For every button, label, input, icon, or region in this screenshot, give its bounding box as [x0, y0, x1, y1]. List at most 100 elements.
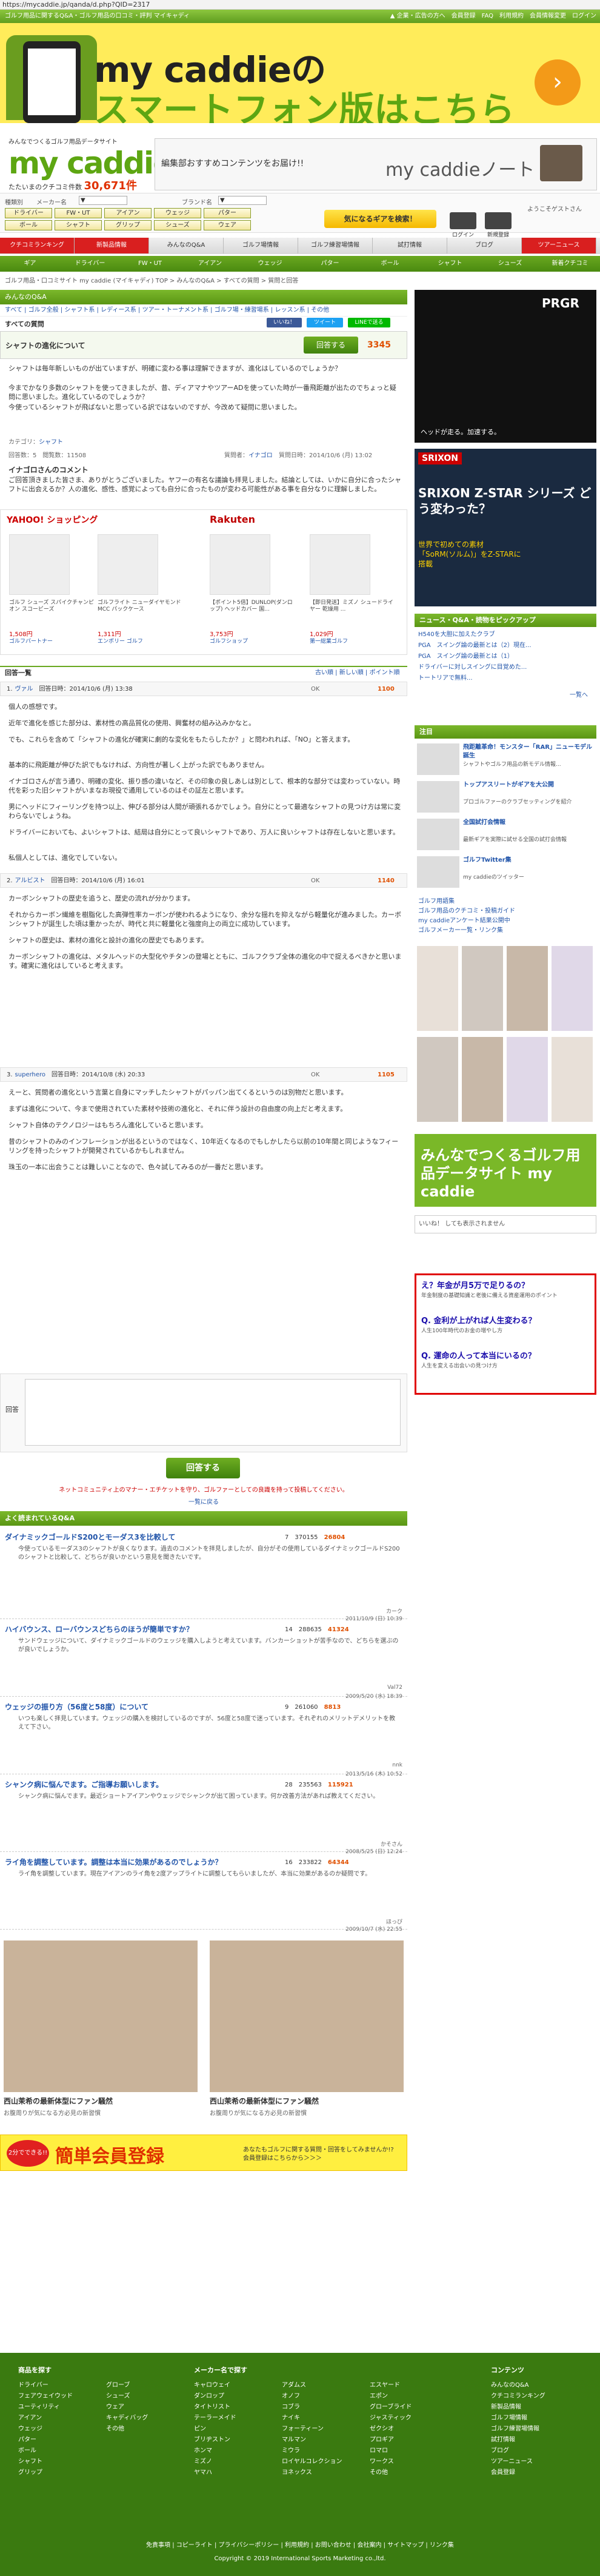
footer-link[interactable]: ミズノ	[194, 2456, 212, 2465]
asker-link[interactable]: イナゴロ	[248, 452, 273, 459]
product-image[interactable]	[210, 534, 270, 595]
main-nav-item[interactable]: 試打情報	[373, 238, 447, 253]
footer-link[interactable]: ボール	[18, 2445, 36, 2454]
footer-link[interactable]: ロマロ	[370, 2445, 388, 2454]
footer-link[interactable]: プロギア	[370, 2434, 394, 2443]
footer-link[interactable]: ブログ	[491, 2445, 509, 2454]
footer-link[interactable]: ゴルフ場情報	[491, 2412, 527, 2421]
product-image[interactable]	[310, 534, 370, 595]
ad-title-2[interactable]: Q. 金利が上がれば人生変わる？	[421, 1314, 536, 1326]
popular-qa-item[interactable]: ウェッジの振り方（56度と58度）について 9 261060 8813 いつも楽しく…	[0, 1698, 407, 1777]
footer-link[interactable]: ジャスティック	[370, 2412, 412, 2421]
address-bar[interactable]: https://mycaddie.jp/qanda/d.php?QID=2317	[0, 0, 600, 10]
gear-nav-item[interactable]: アイアン	[180, 256, 240, 272]
footer-link[interactable]: テーラーメイド	[194, 2412, 236, 2421]
popular-qa-title[interactable]: ハイバウンス、ローバウンスどちらのほうが簡単ですか？	[5, 1624, 193, 1634]
mycaddie-side-banner[interactable]: みんなでつくるゴルフ用品データサイト my caddie	[415, 1134, 596, 1207]
popular-qa-title[interactable]: シャンク病に悩んでます。ご指導お願いします。	[5, 1779, 163, 1789]
sidebar-link[interactable]: my caddieアンケート結果公開中	[418, 917, 594, 925]
line-share-button[interactable]: LINEで送る	[348, 318, 390, 327]
top-link[interactable]: 利用規約	[499, 13, 524, 19]
footer-link[interactable]: ヤマハ	[194, 2467, 212, 2476]
product-shop[interactable]: 第一総業ゴルフ	[310, 639, 348, 645]
popular-qa-title[interactable]: ダイナミックゴールドS200とモーダス3を比較して	[5, 1532, 175, 1542]
footer-link[interactable]: ミウラ	[282, 2445, 300, 2454]
category-button[interactable]: アイアン	[104, 208, 152, 218]
footer-link[interactable]: ゴルフ練習場情報	[491, 2423, 539, 2432]
footer-links[interactable]: 免責事項 | コピーライト | プライバシーポリシー | 利用規約 | お問い合…	[0, 2540, 600, 2549]
facebook-widget[interactable]: いいね！ しても表示されません	[415, 1215, 596, 1233]
bottom-ad-title[interactable]: 西山茉希の最新体型にファン騒然	[4, 2096, 198, 2106]
smartphone-banner[interactable]: my caddieの スマートフォン版はこちら ›	[0, 23, 600, 123]
footer-link[interactable]: ウェッジ	[18, 2423, 42, 2432]
popular-qa-item[interactable]: ダイナミックゴールドS200とモーダス3を比較して 7 370155 26804 今…	[0, 1528, 407, 1622]
footer-link[interactable]: ナイキ	[282, 2412, 300, 2421]
maker-select[interactable]: ▼	[79, 196, 127, 205]
news-more-link[interactable]: 一覧へ	[570, 691, 588, 700]
top-link[interactable]: 会員登録	[452, 13, 476, 19]
main-nav-item[interactable]: ゴルフ練習場情報	[298, 238, 373, 253]
footer-link[interactable]: ウェア	[106, 2401, 124, 2410]
popular-qa-title[interactable]: ライ角を調整しています。調整は本当に効果があるのでしょうか？	[5, 1857, 222, 1867]
popular-qa-author[interactable]: nnk	[392, 1762, 402, 1768]
footer-link[interactable]: ロイヤルコレクション	[282, 2456, 342, 2465]
popular-qa-item[interactable]: シャンク病に悩んでます。ご指導お願いします。 28 235563 115921 シャ…	[0, 1776, 407, 1855]
footer-link[interactable]: グローブライド	[370, 2401, 412, 2410]
category-button[interactable]: ボール	[5, 220, 52, 230]
facebook-like-button[interactable]: いいね！	[267, 318, 302, 327]
fashion-ad-image[interactable]	[417, 1037, 458, 1122]
footer-link[interactable]: グリップ	[18, 2467, 42, 2476]
category-button[interactable]: パター	[204, 208, 251, 218]
register-icon[interactable]	[485, 212, 512, 229]
srixon-ad[interactable]: SRIXON SRIXON Z-STAR シリーズ どう変わった？ 世界で初めて…	[415, 449, 596, 606]
topic-title[interactable]: トップアスリートがギアを大公開	[463, 781, 595, 790]
submit-answer-button[interactable]: 回答する	[166, 1458, 240, 1478]
footer-link[interactable]: ピン	[194, 2423, 206, 2432]
register-banner[interactable]: 2分でできる!! 簡単会員登録 あなたもゴルフに関する質問・回答をしてみませんか…	[0, 2135, 407, 2171]
popular-qa-author[interactable]: Val72	[387, 1685, 402, 1691]
footer-link[interactable]: ワークス	[370, 2456, 394, 2465]
site-logo[interactable]: my caddie	[8, 146, 173, 181]
footer-link[interactable]: その他	[370, 2467, 388, 2476]
fashion-ad-image[interactable]	[552, 946, 593, 1031]
footer-link[interactable]: 新製品情報	[491, 2401, 521, 2410]
gear-nav-item[interactable]: ウェッジ	[240, 256, 300, 272]
yahoo-shopping-logo[interactable]: YAHOO! ショッピング	[7, 514, 98, 526]
news-item[interactable]: トートリアで無料...	[418, 674, 594, 683]
footer-link[interactable]: ホンマ	[194, 2445, 212, 2454]
footer-link[interactable]: みんなのQ&A	[491, 2380, 529, 2389]
arrow-right-icon[interactable]: ›	[535, 59, 581, 106]
gear-nav-item[interactable]: FW・UT	[120, 256, 180, 272]
footer-link[interactable]: フェアウェイウッド	[18, 2390, 73, 2400]
gear-search-button[interactable]: 気になるギアを検索！	[324, 210, 436, 228]
rakuten-logo[interactable]: Rakuten	[210, 514, 255, 525]
footer-link[interactable]: ゼクシオ	[370, 2423, 394, 2432]
top-link[interactable]: ログイン	[572, 13, 596, 19]
bottom-ad-image[interactable]	[4, 1940, 198, 2092]
topic-image[interactable]	[417, 856, 459, 888]
fashion-ad-image[interactable]	[462, 946, 503, 1031]
footer-link[interactable]: エスヤード	[370, 2380, 400, 2389]
gear-nav-item[interactable]: パター	[300, 256, 360, 272]
news-item[interactable]: PGA スイング論の最新とは（2）現在...	[418, 642, 594, 650]
footer-link[interactable]: オノフ	[282, 2390, 300, 2400]
footer-link[interactable]: アダムス	[282, 2380, 306, 2389]
news-item[interactable]: ドライバーに対しスイングに目覚めた...	[418, 663, 594, 672]
back-to-list-link[interactable]: 一覧に戻る	[0, 1497, 407, 1506]
fashion-ad-image[interactable]	[417, 946, 458, 1031]
bottom-ad-title[interactable]: 西山茉希の最新体型にファン騒然	[210, 2096, 404, 2106]
category-button[interactable]: ウェア	[204, 220, 251, 230]
answer-user[interactable]: superhero	[15, 1072, 45, 1078]
sidebar-link[interactable]: ゴルフ用語集	[418, 897, 594, 906]
footer-link[interactable]: シューズ	[106, 2390, 130, 2400]
category-button[interactable]: グリップ	[104, 220, 152, 230]
gear-nav-item[interactable]: 新着クチコミ	[540, 256, 600, 272]
breadcrumb[interactable]: ゴルフ用品・口コミサイト my caddie (マイキャディ) TOP > みん…	[0, 273, 600, 290]
main-nav-item[interactable]: 新製品情報	[75, 238, 149, 253]
prgr-ad[interactable]: PRGR ヘッドが走る。加速する。	[415, 290, 596, 443]
topic-title[interactable]: 全国試打会情報	[463, 819, 595, 827]
footer-link[interactable]: キャロウェイ	[194, 2380, 230, 2389]
fashion-ad-image[interactable]	[507, 1037, 548, 1122]
footer-link[interactable]: ユーティリティ	[18, 2401, 60, 2410]
news-item[interactable]: PGA スイング論の最新とは（1）	[418, 652, 594, 661]
